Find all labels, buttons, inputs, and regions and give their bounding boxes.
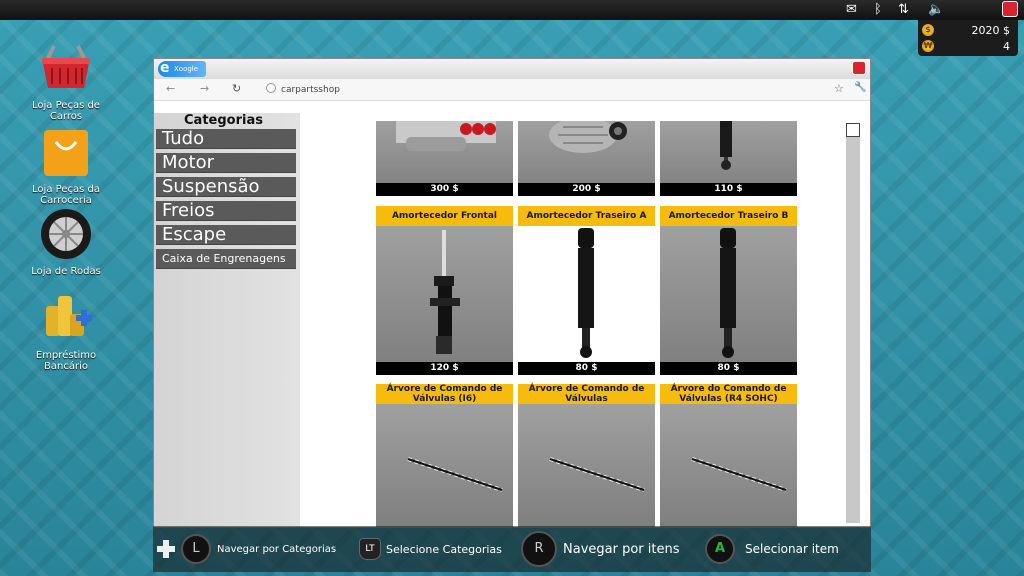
desktop-icon-wheel-shop[interactable]: Loja de Rodas xyxy=(20,208,112,277)
forward-icon[interactable]: → xyxy=(200,82,209,95)
category-title: Categorias xyxy=(184,113,263,128)
token-value: 4 xyxy=(1003,39,1010,53)
strut-icon: 120 $ xyxy=(376,226,513,375)
hint-label: Selecione Categorias xyxy=(386,542,502,556)
product-price: 80 $ xyxy=(660,362,797,375)
hint-select-categories: LT Selecione Categorias xyxy=(359,526,502,572)
browser-nav-bar: ← → ↻ carpartsshop ☆ 🔧 xyxy=(154,79,870,101)
volume-icon[interactable]: 🔈 xyxy=(928,2,944,18)
bookmark-star-icon[interactable]: ☆ xyxy=(834,82,844,95)
desktop-icon-label: Empréstimo Bancário xyxy=(35,350,97,372)
product-card[interactable]: Árvore do Comando de Válvulas (R4 SOHC) xyxy=(660,384,797,527)
basket-icon xyxy=(38,42,94,98)
l-stick-icon: L xyxy=(181,534,211,564)
back-icon[interactable]: ← xyxy=(166,82,175,95)
product-card[interactable]: 300 $ xyxy=(376,121,513,196)
a-button-icon: A xyxy=(705,534,735,564)
shock-absorber-icon: 110 $ xyxy=(660,121,797,196)
product-card[interactable]: Amortecedor Traseiro A 80 $ xyxy=(518,206,655,375)
browser-logo-tab[interactable]: Xoogle xyxy=(158,60,206,77)
mail-icon[interactable]: ✉ xyxy=(846,2,857,18)
product-title: Árvore de Comando de Válvulas (I6) xyxy=(376,384,513,404)
shock-absorber-icon: 80 $ xyxy=(660,226,797,375)
desktop-icon-car-parts-shop[interactable]: Loja Peças de Carros xyxy=(20,42,112,122)
product-card[interactable]: Amortecedor Frontal 120 $ xyxy=(376,206,513,375)
wallet-panel: $ 2020 $ ₩ 4 xyxy=(918,20,1018,56)
wheel-icon xyxy=(38,208,94,264)
category-sidebar: Categorias Tudo Motor Suspensão Freios E… xyxy=(154,113,300,527)
desktop-icon-label: Loja Peças de Carros xyxy=(32,100,100,122)
controller-hints-bar: L Navegar por Categorias LT Selecione Ca… xyxy=(153,526,871,572)
window-close-button[interactable] xyxy=(852,61,866,75)
shock-absorber-icon: 80 $ xyxy=(518,226,655,375)
category-all[interactable]: Tudo xyxy=(156,129,296,149)
coins-icon xyxy=(38,292,94,348)
product-card[interactable]: 200 $ xyxy=(518,121,655,196)
product-price: 200 $ xyxy=(518,183,655,196)
hint-label: Navegar por Categorias xyxy=(217,543,337,555)
money-coin-icon: $ xyxy=(922,24,934,36)
product-price: 300 $ xyxy=(376,183,513,196)
product-grid: 300 $ 200 $ 110 $ Amortecedor Frontal 12… xyxy=(376,121,806,527)
hint-label: Navegar por itens xyxy=(563,541,680,557)
lt-trigger-icon: LT xyxy=(359,538,381,560)
bluetooth-icon[interactable]: ᛒ xyxy=(874,2,882,18)
category-brakes[interactable]: Freios xyxy=(156,201,296,221)
hint-select-item: A Selecionar item xyxy=(705,526,839,572)
desktop-icon-body-parts-shop[interactable]: Loja Peças da Carroceria xyxy=(20,126,112,206)
r-stick-icon: R xyxy=(521,531,557,567)
desktop-icon-label: Loja de Rodas xyxy=(31,266,101,277)
product-card[interactable]: 110 $ xyxy=(660,121,797,196)
scrollbar-thumb[interactable] xyxy=(846,123,860,137)
shopping-bag-icon xyxy=(38,126,94,182)
browser-window: Xoogle ← → ↻ carpartsshop ☆ 🔧 Categorias… xyxy=(153,58,871,528)
dpad-icon xyxy=(155,538,177,560)
system-close-button[interactable] xyxy=(1002,1,1018,17)
address-bar[interactable]: carpartsshop xyxy=(266,82,826,98)
hint-label: Selecionar item xyxy=(745,542,839,556)
desktop-icon-label: Loja Peças da Carroceria xyxy=(32,184,100,206)
reload-icon[interactable]: ↻ xyxy=(232,82,241,95)
product-title: Amortecedor Traseiro B xyxy=(660,206,797,226)
money-value: 2020 $ xyxy=(971,23,1011,37)
product-title: Árvore do Comando de Válvulas (R4 SOHC) xyxy=(660,384,797,404)
product-title: Árvore de Comando de Válvulas xyxy=(518,384,655,404)
system-top-bar: ✉ ᛒ ⇅ 🔈 xyxy=(0,0,1024,20)
category-exhaust[interactable]: Escape xyxy=(156,225,296,245)
camshaft-icon xyxy=(376,404,513,527)
token-coin-icon: ₩ xyxy=(922,40,934,52)
category-engine[interactable]: Motor xyxy=(156,153,296,173)
product-scrollbar[interactable] xyxy=(846,123,860,523)
product-card[interactable]: Árvore de Comando de Válvulas (I6) xyxy=(376,384,513,527)
product-price: 120 $ xyxy=(376,362,513,375)
product-title: Amortecedor Traseiro A xyxy=(518,206,655,226)
product-card[interactable]: Amortecedor Traseiro B 80 $ xyxy=(660,206,797,375)
product-price: 80 $ xyxy=(518,362,655,375)
desktop-icon-bank-loan[interactable]: Empréstimo Bancário xyxy=(20,292,112,372)
intake-manifold-icon: 300 $ xyxy=(376,121,513,196)
camshaft-icon xyxy=(660,404,797,527)
alternator-icon: 200 $ xyxy=(518,121,655,196)
hint-navigate-categories: L Navegar por Categorias xyxy=(155,526,336,572)
category-suspension[interactable]: Suspensão xyxy=(156,177,296,197)
browser-tab-bar: Xoogle xyxy=(154,59,870,79)
product-title: Amortecedor Frontal xyxy=(376,206,513,226)
product-price: 110 $ xyxy=(660,183,797,196)
settings-wrench-icon[interactable]: 🔧 xyxy=(854,82,866,93)
network-icon[interactable]: ⇅ xyxy=(898,2,909,18)
product-card[interactable]: Árvore de Comando de Válvulas xyxy=(518,384,655,527)
hint-navigate-items: R Navegar por itens xyxy=(521,526,679,572)
camshaft-icon xyxy=(518,404,655,527)
category-gearbox[interactable]: Caixa de Engrenagens xyxy=(156,249,296,269)
